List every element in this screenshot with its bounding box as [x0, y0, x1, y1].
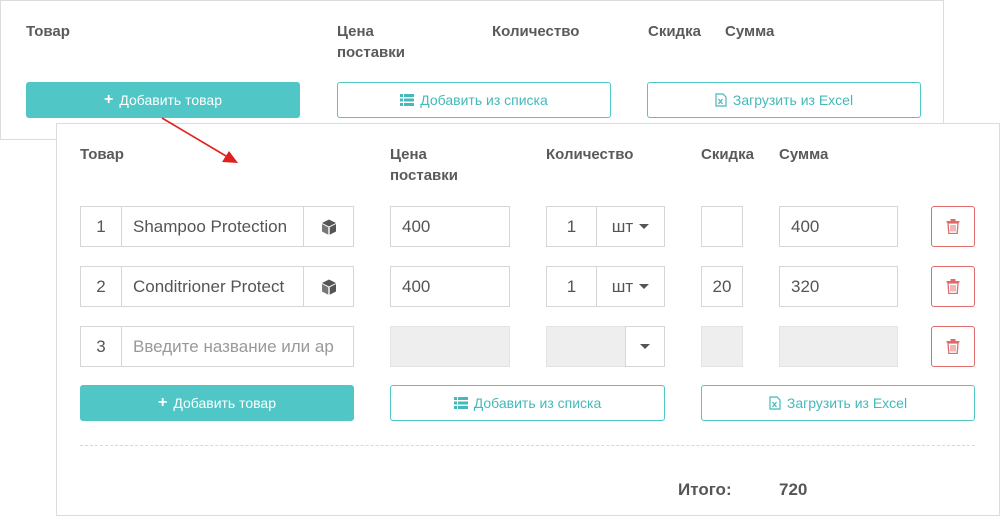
- quantity-input: [546, 326, 626, 367]
- list-icon: [453, 397, 468, 409]
- trash-icon: [946, 279, 960, 294]
- column-header-discount: Скидка: [648, 23, 701, 40]
- product-name-input[interactable]: Введите название или ар: [121, 326, 354, 367]
- catalog-button[interactable]: [303, 206, 354, 247]
- column-header-price: Цена поставки: [390, 146, 459, 184]
- products-panel-after: [56, 123, 1000, 516]
- add-product-button[interactable]: + Добавить товар: [80, 385, 354, 421]
- excel-file-icon: [769, 396, 781, 410]
- catalog-button[interactable]: [303, 266, 354, 307]
- total-value: 720: [779, 480, 808, 499]
- add-from-list-button[interactable]: Добавить из списка: [337, 82, 611, 118]
- column-header-sum: Сумма: [779, 146, 829, 163]
- sum-input[interactable]: 400: [779, 206, 898, 247]
- caret-down-icon: [640, 344, 650, 349]
- dashed-divider: [80, 445, 975, 446]
- row-index: 3: [80, 326, 122, 367]
- delete-row-button[interactable]: [931, 326, 975, 367]
- column-header-product: Товар: [26, 23, 70, 40]
- unit-select[interactable]: шт: [596, 266, 665, 307]
- list-icon: [400, 94, 415, 106]
- products-panel-before: Товар Цена поставки Количество Скидка Су…: [0, 0, 944, 140]
- excel-file-icon: [715, 93, 727, 107]
- delete-row-button[interactable]: [931, 206, 975, 247]
- unit-select[interactable]: шт: [596, 206, 665, 247]
- sum-input: [779, 326, 898, 367]
- sum-input[interactable]: 320: [779, 266, 898, 307]
- price-input[interactable]: 400: [390, 266, 510, 307]
- plus-icon: +: [104, 91, 114, 108]
- caret-down-icon: [639, 284, 650, 289]
- discount-input: [701, 326, 743, 367]
- trash-icon: [946, 339, 960, 354]
- product-name-input[interactable]: Shampoo Protection: [121, 206, 304, 247]
- delete-row-button[interactable]: [931, 266, 975, 307]
- column-header-product: Товар: [80, 146, 124, 163]
- unit-select[interactable]: [625, 326, 665, 367]
- quantity-input[interactable]: 1: [546, 206, 597, 247]
- column-header-quantity: Количество: [492, 23, 580, 40]
- row-index: 2: [80, 266, 122, 307]
- trash-icon: [946, 219, 960, 234]
- product-name-input[interactable]: Conditrioner Protect: [121, 266, 304, 307]
- quantity-input[interactable]: 1: [546, 266, 597, 307]
- discount-input[interactable]: [701, 206, 743, 247]
- load-excel-button[interactable]: Загрузить из Excel: [647, 82, 921, 118]
- caret-down-icon: [639, 224, 650, 229]
- row-index: 1: [80, 206, 122, 247]
- cube-icon: [321, 279, 336, 295]
- plus-icon: +: [158, 394, 168, 411]
- load-excel-button[interactable]: Загрузить из Excel: [701, 385, 975, 421]
- add-product-button[interactable]: + Добавить товар: [26, 82, 300, 118]
- price-input[interactable]: 400: [390, 206, 510, 247]
- column-header-discount: Скидка: [701, 146, 754, 163]
- column-header-sum: Сумма: [725, 23, 775, 40]
- discount-input[interactable]: 20: [701, 266, 743, 307]
- price-input: [390, 326, 510, 367]
- total-label: Итого:: [678, 480, 732, 499]
- cube-icon: [321, 219, 336, 235]
- column-header-price: Цена поставки: [337, 23, 406, 61]
- add-from-list-button[interactable]: Добавить из списка: [390, 385, 665, 421]
- column-header-quantity: Количество: [546, 146, 634, 163]
